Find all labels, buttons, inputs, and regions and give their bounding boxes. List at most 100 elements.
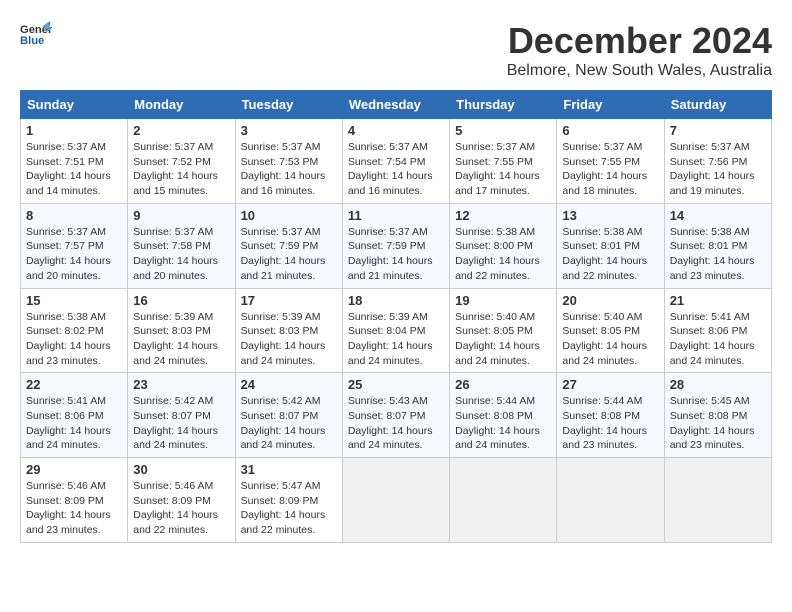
page-header: General Blue December 2024 Belmore, New … — [20, 20, 772, 80]
day-info: Sunrise: 5:47 AMSunset: 8:09 PMDaylight:… — [241, 479, 337, 538]
calendar-cell: 28 Sunrise: 5:45 AMSunset: 8:08 PMDaylig… — [664, 373, 771, 458]
calendar-header-row: SundayMondayTuesdayWednesdayThursdayFrid… — [21, 91, 772, 119]
month-year-title: December 2024 — [507, 20, 772, 62]
calendar-cell: 31 Sunrise: 5:47 AMSunset: 8:09 PMDaylig… — [235, 458, 342, 543]
header-thursday: Thursday — [450, 91, 557, 119]
day-number: 25 — [348, 377, 444, 392]
calendar-cell: 16 Sunrise: 5:39 AMSunset: 8:03 PMDaylig… — [128, 288, 235, 373]
day-info: Sunrise: 5:37 AMSunset: 7:57 PMDaylight:… — [26, 225, 122, 284]
day-info: Sunrise: 5:42 AMSunset: 8:07 PMDaylight:… — [133, 394, 229, 453]
day-number: 12 — [455, 208, 551, 223]
calendar-cell: 3 Sunrise: 5:37 AMSunset: 7:53 PMDayligh… — [235, 119, 342, 204]
calendar-cell: 5 Sunrise: 5:37 AMSunset: 7:55 PMDayligh… — [450, 119, 557, 204]
day-info: Sunrise: 5:37 AMSunset: 7:51 PMDaylight:… — [26, 140, 122, 199]
day-info: Sunrise: 5:38 AMSunset: 8:01 PMDaylight:… — [670, 225, 766, 284]
calendar-cell — [664, 458, 771, 543]
calendar-cell: 9 Sunrise: 5:37 AMSunset: 7:58 PMDayligh… — [128, 203, 235, 288]
day-info: Sunrise: 5:37 AMSunset: 7:52 PMDaylight:… — [133, 140, 229, 199]
day-number: 5 — [455, 123, 551, 138]
day-info: Sunrise: 5:39 AMSunset: 8:04 PMDaylight:… — [348, 310, 444, 369]
day-number: 30 — [133, 462, 229, 477]
calendar-cell: 18 Sunrise: 5:39 AMSunset: 8:04 PMDaylig… — [342, 288, 449, 373]
day-number: 10 — [241, 208, 337, 223]
calendar-week-row: 8 Sunrise: 5:37 AMSunset: 7:57 PMDayligh… — [21, 203, 772, 288]
day-number: 21 — [670, 293, 766, 308]
day-info: Sunrise: 5:37 AMSunset: 7:54 PMDaylight:… — [348, 140, 444, 199]
location-subtitle: Belmore, New South Wales, Australia — [507, 62, 772, 80]
day-number: 19 — [455, 293, 551, 308]
day-info: Sunrise: 5:44 AMSunset: 8:08 PMDaylight:… — [455, 394, 551, 453]
calendar-cell: 26 Sunrise: 5:44 AMSunset: 8:08 PMDaylig… — [450, 373, 557, 458]
title-section: December 2024 Belmore, New South Wales, … — [507, 20, 772, 80]
calendar-cell: 17 Sunrise: 5:39 AMSunset: 8:03 PMDaylig… — [235, 288, 342, 373]
day-number: 27 — [562, 377, 658, 392]
calendar-cell — [557, 458, 664, 543]
day-info: Sunrise: 5:40 AMSunset: 8:05 PMDaylight:… — [562, 310, 658, 369]
calendar-cell: 24 Sunrise: 5:42 AMSunset: 8:07 PMDaylig… — [235, 373, 342, 458]
day-info: Sunrise: 5:45 AMSunset: 8:08 PMDaylight:… — [670, 394, 766, 453]
calendar-cell: 19 Sunrise: 5:40 AMSunset: 8:05 PMDaylig… — [450, 288, 557, 373]
header-wednesday: Wednesday — [342, 91, 449, 119]
day-info: Sunrise: 5:43 AMSunset: 8:07 PMDaylight:… — [348, 394, 444, 453]
day-info: Sunrise: 5:37 AMSunset: 7:53 PMDaylight:… — [241, 140, 337, 199]
day-info: Sunrise: 5:38 AMSunset: 8:00 PMDaylight:… — [455, 225, 551, 284]
day-number: 11 — [348, 208, 444, 223]
day-number: 7 — [670, 123, 766, 138]
day-info: Sunrise: 5:41 AMSunset: 8:06 PMDaylight:… — [670, 310, 766, 369]
day-info: Sunrise: 5:37 AMSunset: 7:58 PMDaylight:… — [133, 225, 229, 284]
calendar-cell: 22 Sunrise: 5:41 AMSunset: 8:06 PMDaylig… — [21, 373, 128, 458]
day-number: 14 — [670, 208, 766, 223]
calendar-cell: 10 Sunrise: 5:37 AMSunset: 7:59 PMDaylig… — [235, 203, 342, 288]
logo: General Blue — [20, 20, 52, 48]
calendar-cell: 14 Sunrise: 5:38 AMSunset: 8:01 PMDaylig… — [664, 203, 771, 288]
calendar-cell — [450, 458, 557, 543]
day-number: 13 — [562, 208, 658, 223]
calendar-cell: 29 Sunrise: 5:46 AMSunset: 8:09 PMDaylig… — [21, 458, 128, 543]
day-number: 29 — [26, 462, 122, 477]
day-info: Sunrise: 5:37 AMSunset: 7:55 PMDaylight:… — [455, 140, 551, 199]
calendar-week-row: 1 Sunrise: 5:37 AMSunset: 7:51 PMDayligh… — [21, 119, 772, 204]
day-number: 9 — [133, 208, 229, 223]
header-tuesday: Tuesday — [235, 91, 342, 119]
calendar-cell: 30 Sunrise: 5:46 AMSunset: 8:09 PMDaylig… — [128, 458, 235, 543]
calendar-cell — [342, 458, 449, 543]
day-info: Sunrise: 5:37 AMSunset: 7:56 PMDaylight:… — [670, 140, 766, 199]
day-number: 22 — [26, 377, 122, 392]
calendar-cell: 21 Sunrise: 5:41 AMSunset: 8:06 PMDaylig… — [664, 288, 771, 373]
day-info: Sunrise: 5:46 AMSunset: 8:09 PMDaylight:… — [133, 479, 229, 538]
header-sunday: Sunday — [21, 91, 128, 119]
day-info: Sunrise: 5:38 AMSunset: 8:02 PMDaylight:… — [26, 310, 122, 369]
day-number: 1 — [26, 123, 122, 138]
day-info: Sunrise: 5:42 AMSunset: 8:07 PMDaylight:… — [241, 394, 337, 453]
day-number: 15 — [26, 293, 122, 308]
calendar-table: SundayMondayTuesdayWednesdayThursdayFrid… — [20, 90, 772, 543]
calendar-cell: 27 Sunrise: 5:44 AMSunset: 8:08 PMDaylig… — [557, 373, 664, 458]
calendar-cell: 6 Sunrise: 5:37 AMSunset: 7:55 PMDayligh… — [557, 119, 664, 204]
calendar-cell: 4 Sunrise: 5:37 AMSunset: 7:54 PMDayligh… — [342, 119, 449, 204]
calendar-cell: 12 Sunrise: 5:38 AMSunset: 8:00 PMDaylig… — [450, 203, 557, 288]
day-info: Sunrise: 5:39 AMSunset: 8:03 PMDaylight:… — [241, 310, 337, 369]
day-number: 17 — [241, 293, 337, 308]
calendar-week-row: 22 Sunrise: 5:41 AMSunset: 8:06 PMDaylig… — [21, 373, 772, 458]
header-saturday: Saturday — [664, 91, 771, 119]
day-number: 23 — [133, 377, 229, 392]
calendar-cell: 15 Sunrise: 5:38 AMSunset: 8:02 PMDaylig… — [21, 288, 128, 373]
calendar-cell: 2 Sunrise: 5:37 AMSunset: 7:52 PMDayligh… — [128, 119, 235, 204]
logo-icon: General Blue — [20, 20, 52, 48]
day-number: 28 — [670, 377, 766, 392]
day-info: Sunrise: 5:46 AMSunset: 8:09 PMDaylight:… — [26, 479, 122, 538]
day-number: 20 — [562, 293, 658, 308]
day-info: Sunrise: 5:40 AMSunset: 8:05 PMDaylight:… — [455, 310, 551, 369]
day-info: Sunrise: 5:37 AMSunset: 7:55 PMDaylight:… — [562, 140, 658, 199]
day-info: Sunrise: 5:37 AMSunset: 7:59 PMDaylight:… — [241, 225, 337, 284]
day-number: 6 — [562, 123, 658, 138]
day-number: 16 — [133, 293, 229, 308]
day-number: 8 — [26, 208, 122, 223]
day-number: 26 — [455, 377, 551, 392]
day-info: Sunrise: 5:38 AMSunset: 8:01 PMDaylight:… — [562, 225, 658, 284]
svg-text:Blue: Blue — [20, 35, 44, 47]
day-number: 3 — [241, 123, 337, 138]
calendar-week-row: 29 Sunrise: 5:46 AMSunset: 8:09 PMDaylig… — [21, 458, 772, 543]
day-number: 24 — [241, 377, 337, 392]
calendar-cell: 23 Sunrise: 5:42 AMSunset: 8:07 PMDaylig… — [128, 373, 235, 458]
